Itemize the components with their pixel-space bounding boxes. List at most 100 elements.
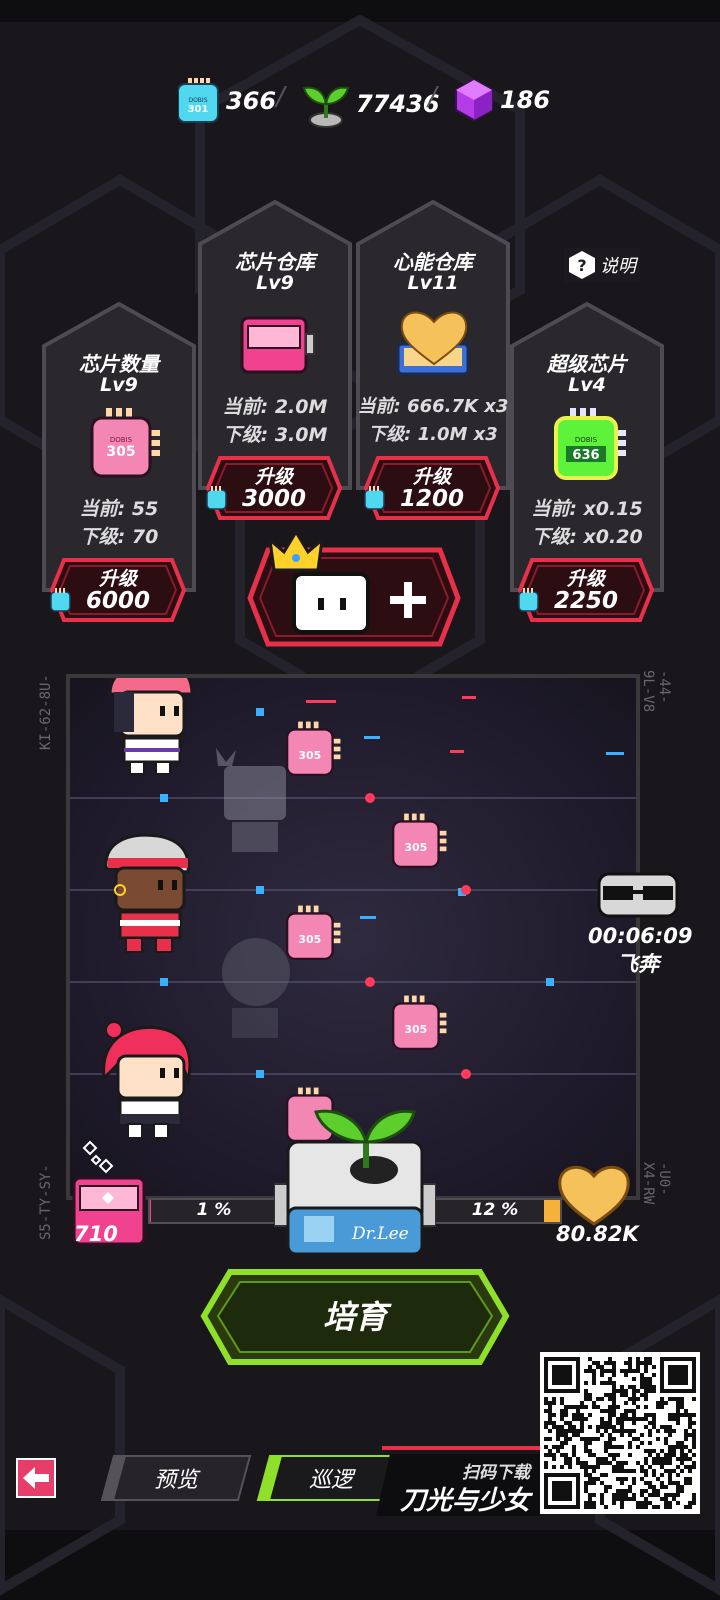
chip-stock-count: 710 [74,1222,118,1246]
question-icon: ? [569,251,595,279]
upgrade-cost: 6000 [50,588,186,614]
pink-chip-icon: 305 [391,813,447,869]
back-button[interactable] [16,1458,56,1498]
currency-bar: DOBIS 301 366 / 77436 / 186 [0,70,720,130]
upgrade-button[interactable]: 升级 2250 [518,558,654,622]
sprout-currency: 77436 [300,78,440,130]
pink-chip-icon: DOBIS 305 [90,408,160,478]
chip-progress-text: 1 % [196,1200,232,1220]
chip-icon: DOBIS 301 [178,78,219,123]
grow-button[interactable]: 培育 [200,1268,510,1366]
card-title: 芯片数量 [79,352,159,376]
card-level: Lv9 [256,272,294,294]
character-white-hair [104,833,190,953]
upgrade-button[interactable]: 升级 6000 [50,558,186,622]
card-current: 当前: 666.7K x3 [357,396,509,417]
chip-icon [518,588,539,612]
upgrade-cost: 2250 [518,588,654,614]
pink-chip-icon: 305 [391,995,447,1051]
plus-icon [390,582,426,618]
upgrade-cost-value: 3000 [241,486,306,512]
svg-text:301: 301 [188,104,209,115]
timer-label: 飞奔 [617,952,659,976]
promo-banner[interactable]: 扫码下载 刀光与少女 [376,1446,540,1516]
character-red-hair [102,1021,192,1139]
upgrade-label: 升级 [98,568,137,590]
upgrade-button[interactable]: 升级 1200 [364,456,500,520]
heart-progress-bar: 12 % [428,1198,562,1224]
sprout-currency-value: 77436 [356,90,440,118]
card-chip-count: 芯片数量 Lv9 DOBIS 305 当前: 55 下级: 70 升级 6000 [42,302,196,632]
chip-icon [50,588,71,612]
currency-separator: / [428,82,437,112]
chip-icon [206,486,227,510]
card-next: 下级: x0.20 [531,526,643,548]
side-code: KI-62-8U- [38,674,54,750]
card-current: 当前: x0.15 [531,498,643,520]
side-code: -U0-X4-RW [640,1162,672,1205]
upgrade-label: 升级 [566,568,605,590]
svg-text:DOBIS: DOBIS [575,436,598,444]
promo-game-title: 刀光与少女 [399,1486,530,1516]
svg-text:636: 636 [572,448,599,463]
card-level: Lv11 [407,272,459,294]
qr-code[interactable] [540,1352,700,1514]
upgrade-cost-value: 6000 [85,588,150,614]
upgrade-cost-value: 2250 [553,588,618,614]
boost-timer[interactable]: 00:06:09 飞奔 [588,870,693,978]
cube-currency-value: 186 [500,86,551,114]
svg-text:305: 305 [404,1023,427,1036]
card-title: 超级芯片 [547,352,627,376]
upgrade-button[interactable]: 升级 3000 [206,456,342,520]
glasses-robot-icon [597,872,679,918]
svg-text:305: 305 [404,841,427,854]
timer-time: 00:06:09 [588,924,693,948]
add-character-button[interactable] [246,530,462,648]
sprout-icon [302,86,350,128]
card-next: 下级: 70 [79,526,159,548]
side-code: S5-TY-SY- [38,1164,54,1240]
help-label: 说明 [600,256,636,277]
cube-currency: 186 [452,78,550,122]
upgrade-cost: 1200 [364,486,500,512]
upgrade-cost-value: 1200 [399,486,464,512]
card-current: 当前: 55 [79,498,159,520]
card-next: 下级: 1.0M x3 [368,424,498,445]
pink-chip-icon: 305 [285,905,341,961]
card-level: Lv9 [100,374,138,396]
upgrade-label: 升级 [254,466,293,488]
dr-lee-machine: Dr.Lee [273,1109,437,1260]
chip-icon [364,486,385,510]
svg-text:305: 305 [106,444,135,460]
svg-text:?: ? [577,256,586,275]
svg-text:DOBIS: DOBIS [110,436,133,444]
grow-button-label: 培育 [322,1298,387,1336]
svg-text:DOBIS: DOBIS [188,97,207,104]
card-level: Lv4 [568,374,606,396]
machine-label: Dr.Lee [352,1224,409,1244]
side-code: -44-9L-V8 [640,670,672,713]
tab-preview[interactable]: 预览 [100,1454,252,1502]
currency-separator: / [276,82,285,112]
purple-cube-icon [455,78,493,122]
svg-text:305: 305 [298,933,321,946]
chip-progress-bar: 1 % [148,1198,280,1224]
card-chip-storage: 芯片仓库 Lv9 当前: 2.0M 下级: 3.0M 升级 3000 [198,200,352,530]
crown-icon [268,530,325,572]
upgrade-label: 升级 [412,466,451,488]
card-title: 芯片仓库 [235,250,315,274]
card-super-chip: 超级芯片 Lv4 DOBIS 636 当前: x0.15 下级: x0.20 升… [510,302,664,632]
pink-chip-icon: 305 [285,721,341,777]
character-pink-hat [108,678,194,775]
card-heart-storage: 心能仓库 Lv11 当前: 666.7K x3 下级: 1.0M x3 升级 1… [356,200,510,530]
upgrade-cost: 3000 [206,486,342,512]
heart-progress-text: 12 % [471,1200,519,1220]
help-button[interactable]: ? 说明 [564,248,640,282]
chip-currency-value: 366 [226,87,277,115]
card-next: 下级: 3.0M [222,424,328,446]
heart-storage-icon [396,311,470,376]
heart-stock-count: 80.82K [556,1222,639,1246]
sprout-icon [314,1109,416,1168]
gold-heart-icon [558,1165,630,1226]
back-arrow-icon [23,1467,49,1489]
